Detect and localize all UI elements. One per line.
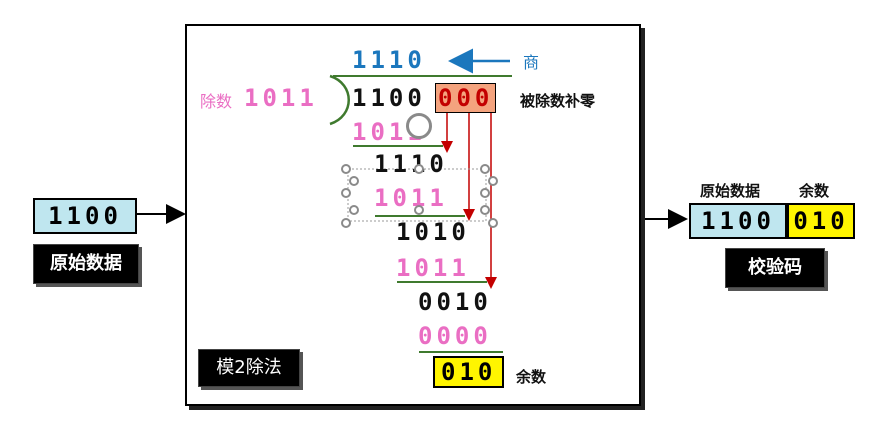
output-remainder-header: 余数 (799, 182, 830, 200)
input-data-box: 1100 (33, 198, 137, 234)
resize-handle[interactable] (349, 176, 359, 186)
dividend-head: 1100 (352, 84, 426, 112)
resize-handle[interactable] (349, 205, 359, 215)
step2-remainder: 1010 (396, 218, 470, 246)
step3-remainder: 0010 (418, 288, 492, 316)
quotient-value: 1110 (352, 46, 426, 74)
resize-handle[interactable] (341, 164, 351, 174)
step4-subtrahend: 0000 (418, 322, 492, 350)
remainder-label: 余数 (516, 368, 547, 386)
divisor-label: 除数 (200, 92, 233, 111)
step3-subtrahend: 1011 (396, 254, 470, 282)
input-data-value: 1100 (48, 202, 122, 230)
resize-handle[interactable] (480, 205, 490, 215)
output-label: 校验码 (725, 248, 825, 288)
division-lines (329, 48, 512, 353)
output-data-box: 1100 (689, 203, 787, 239)
resize-handle[interactable] (341, 218, 351, 228)
resize-handle[interactable] (488, 176, 498, 186)
output-data-value: 1100 (701, 207, 775, 235)
process-label: 模2除法 (198, 349, 300, 387)
dividend-note: 被除数补零 (520, 92, 596, 110)
step2-subtrahend: 1011 (374, 184, 448, 212)
output-data-header: 原始数据 (700, 182, 761, 200)
step1-remainder: 1110 (374, 150, 448, 178)
resize-handle[interactable] (488, 218, 498, 228)
rotate-handle-icon[interactable] (406, 113, 432, 139)
output-remainder-box: 010 (787, 203, 855, 239)
divisor-value: 1011 (244, 84, 318, 112)
resize-handle[interactable] (341, 188, 351, 198)
resize-handle[interactable] (414, 164, 424, 174)
final-remainder: 010 (433, 356, 505, 388)
quotient-label: 商 (523, 53, 540, 72)
resize-handle[interactable] (414, 205, 424, 215)
resize-handle[interactable] (480, 164, 490, 174)
resize-handle[interactable] (480, 188, 490, 198)
dividend-zero-padding: 000 (435, 83, 497, 113)
input-data-label: 原始数据 (33, 244, 139, 284)
output-remainder-value: 010 (793, 207, 849, 235)
